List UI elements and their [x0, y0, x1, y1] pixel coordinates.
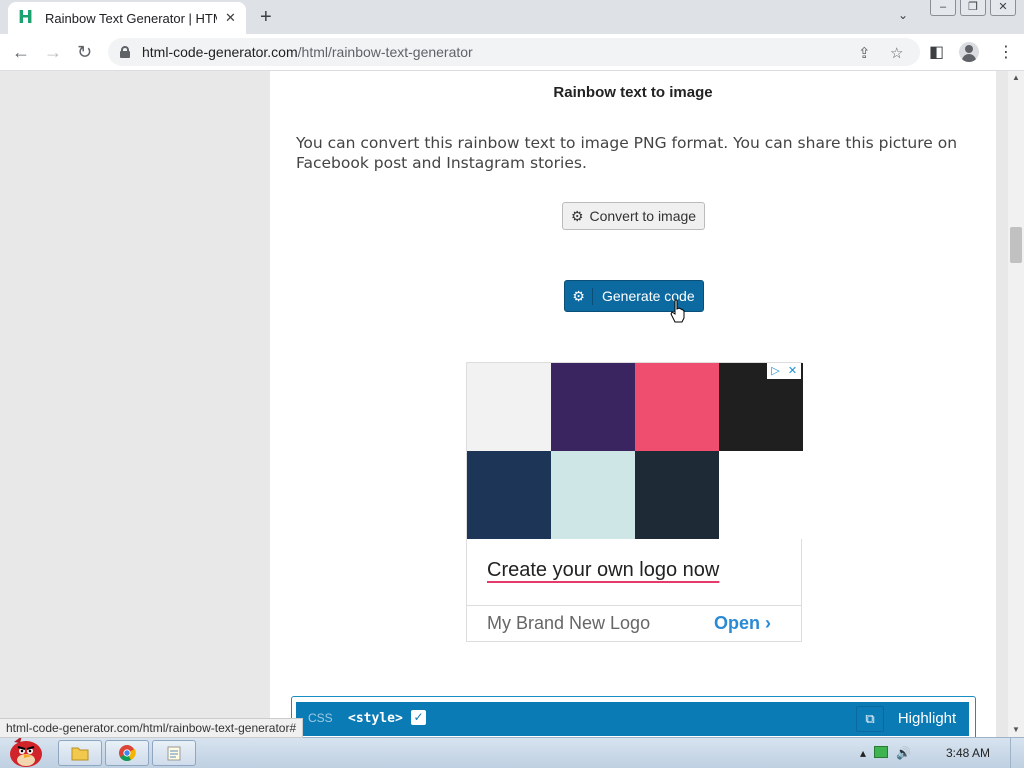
volume-icon[interactable]: 🔊 [896, 746, 911, 760]
notepad-icon [167, 746, 181, 761]
os-taskbar: ▴ 🔊 3:48 AM [0, 736, 1024, 768]
minimize-icon[interactable]: – [930, 0, 956, 16]
taskbar-chrome-button[interactable] [105, 740, 149, 766]
tab-search-chevron-icon[interactable]: ⌄ [898, 8, 908, 22]
code-language-tab[interactable]: CSS [308, 711, 333, 725]
window-controls: – ❐ ✕ [930, 0, 1016, 16]
show-desktop-button[interactable] [1010, 738, 1024, 768]
scroll-down-icon[interactable]: ▼ [1008, 723, 1024, 737]
tab-title: Rainbow Text Generator | HTM [45, 10, 217, 26]
scroll-thumb[interactable] [1010, 227, 1022, 263]
ad-close-icon[interactable]: ✕ [784, 363, 801, 379]
bookmark-star-icon[interactable]: ☆ [890, 44, 903, 62]
network-icon[interactable] [874, 746, 889, 758]
chevron-right-icon: › [765, 613, 772, 633]
copy-icon[interactable]: ⧉ [856, 706, 884, 732]
convert-to-image-button[interactable]: ⚙ Convert to image [562, 202, 705, 230]
tray-arrow-icon[interactable]: ▴ [860, 746, 866, 760]
system-tray: ▴ 🔊 [860, 746, 911, 760]
restore-icon[interactable]: ❐ [960, 0, 986, 16]
url-host: html-code-generator.com [142, 44, 298, 60]
gear-icon: ⚙ [565, 287, 593, 305]
menu-kebab-icon[interactable]: ⋮ [998, 42, 1014, 62]
hand-cursor-icon [670, 299, 685, 323]
lock-icon[interactable] [120, 46, 130, 58]
ad-choices[interactable]: ▷ ✕ [767, 363, 801, 379]
style-tag-checkbox[interactable]: ✓ [411, 710, 426, 725]
ad-logo-tile[interactable] [635, 363, 719, 451]
reload-icon[interactable]: ↻ [77, 42, 92, 63]
taskbar-notepad-button[interactable] [152, 740, 196, 766]
new-tab-icon[interactable]: + [260, 6, 272, 29]
close-tab-icon[interactable]: ✕ [225, 10, 236, 26]
ad-open-button[interactable]: Open › [714, 613, 771, 634]
scroll-up-icon[interactable]: ▲ [1008, 71, 1024, 85]
ad-logo-tile[interactable] [551, 363, 635, 451]
folder-icon [71, 747, 89, 761]
ad-choices-icon[interactable]: ▷ [767, 363, 784, 379]
ad-logo-tile[interactable] [719, 451, 803, 539]
ad-logo-tile[interactable] [635, 451, 719, 539]
ad-logo-tile[interactable] [467, 363, 551, 451]
share-icon[interactable]: ⇪ [858, 44, 871, 62]
ad-open-label: Open [714, 613, 761, 633]
taskbar-clock[interactable]: 3:48 AM [946, 746, 990, 760]
logo-ad[interactable]: ▷ ✕ Create your own logo now My Brand Ne… [466, 362, 803, 642]
ad-brand: My Brand New Logo [487, 613, 651, 633]
browser-tab[interactable]: H Rainbow Text Generator | HTM ✕ [8, 2, 246, 34]
chrome-icon [119, 745, 136, 761]
section-description: You can convert this rainbow text to ima… [296, 134, 958, 172]
side-panel-icon[interactable]: ◧ [929, 42, 944, 62]
page-viewport: Rainbow text to image You can convert th… [0, 71, 1008, 737]
ad-logo-tile[interactable] [467, 451, 551, 539]
gear-icon: ⚙ [570, 207, 584, 224]
tab-strip: H Rainbow Text Generator | HTM ✕ + ⌄ – ❐… [0, 0, 1024, 34]
url-path: /html/rainbow-text-generator [297, 44, 473, 60]
site-favicon-icon: H [18, 7, 34, 28]
highlight-button[interactable]: Highlight [888, 706, 966, 732]
close-window-icon[interactable]: ✕ [990, 0, 1016, 16]
profile-avatar-icon[interactable] [959, 42, 979, 62]
taskbar-explorer-button[interactable] [58, 740, 102, 766]
section-title: Rainbow text to image [553, 84, 713, 101]
page-scrollbar[interactable]: ▲ ▼ [1008, 71, 1024, 737]
address-bar[interactable]: html-code-generator.com/html/rainbow-tex… [108, 38, 920, 66]
code-panel: CSS <style> ✓ ⧉ Highlight [291, 696, 976, 737]
status-bar-url: html-code-generator.com/html/rainbow-tex… [0, 718, 304, 738]
back-arrow-icon[interactable]: ← [12, 42, 30, 63]
style-tag-label: <style> [348, 711, 403, 726]
code-toolbar: CSS <style> ✓ ⧉ Highlight [296, 702, 969, 736]
logo-grid[interactable] [467, 363, 803, 539]
main-content: Rainbow text to image You can convert th… [270, 71, 996, 737]
ad-headline[interactable]: Create your own logo now [487, 559, 719, 582]
browser-toolbar: ← → ↻ html-code-generator.com/html/rainb… [0, 34, 1024, 71]
ad-logo-tile[interactable] [551, 451, 635, 539]
forward-arrow-icon[interactable]: → [44, 42, 62, 63]
ad-divider [467, 605, 801, 606]
convert-button-label: Convert to image [589, 208, 697, 224]
